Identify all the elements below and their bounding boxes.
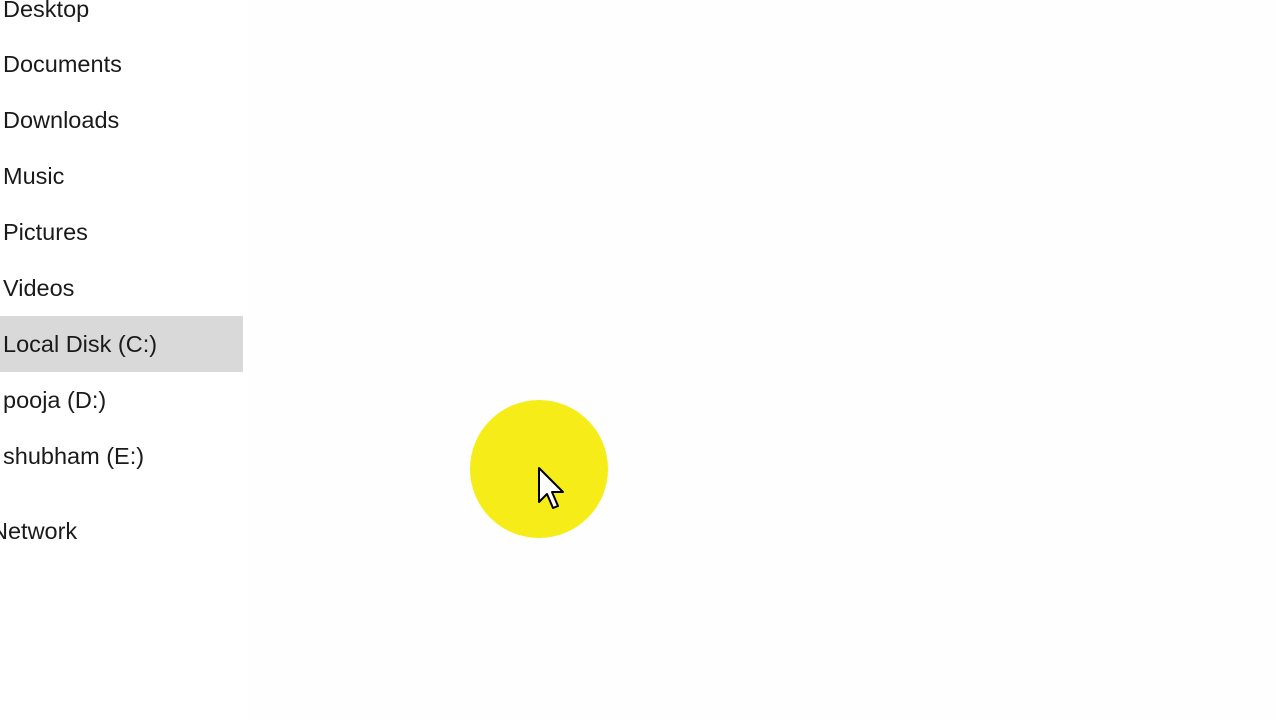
nav-item-label: Downloads xyxy=(3,106,120,133)
nav-item-label: Pictures xyxy=(3,218,88,245)
nav-item-label: Desktop xyxy=(3,0,90,22)
nav-item-local-disk-c[interactable]: Local Disk (C:) xyxy=(0,316,243,372)
nav-item-label: Music xyxy=(3,162,65,189)
nav-item-pictures[interactable]: Pictures xyxy=(0,204,243,260)
nav-item-label: pooja (D:) xyxy=(3,386,107,413)
file-list-pane[interactable] xyxy=(248,0,1276,720)
nav-item-desktop[interactable]: Desktop xyxy=(0,0,243,37)
nav-item-documents[interactable]: Documents xyxy=(0,36,243,92)
file-explorer-window: Desktop Documents Downloads Music Pictur… xyxy=(0,0,1276,720)
mouse-pointer-icon xyxy=(538,467,564,509)
navigation-pane: Desktop Documents Downloads Music Pictur… xyxy=(0,0,248,720)
nav-item-downloads[interactable]: Downloads xyxy=(0,92,243,148)
nav-item-music[interactable]: Music xyxy=(0,148,243,204)
nav-item-shubham-e[interactable]: shubham (E:) xyxy=(0,428,243,484)
nav-item-label: Documents xyxy=(3,50,122,77)
nav-item-label: shubham (E:) xyxy=(3,442,145,469)
nav-item-label: Local Disk (C:) xyxy=(3,330,158,357)
nav-item-pooja-d[interactable]: pooja (D:) xyxy=(0,372,243,428)
nav-item-network[interactable]: Network xyxy=(0,503,243,559)
nav-item-label: Network xyxy=(0,517,78,544)
nav-item-videos[interactable]: Videos xyxy=(0,260,243,316)
nav-item-label: Videos xyxy=(3,274,75,301)
